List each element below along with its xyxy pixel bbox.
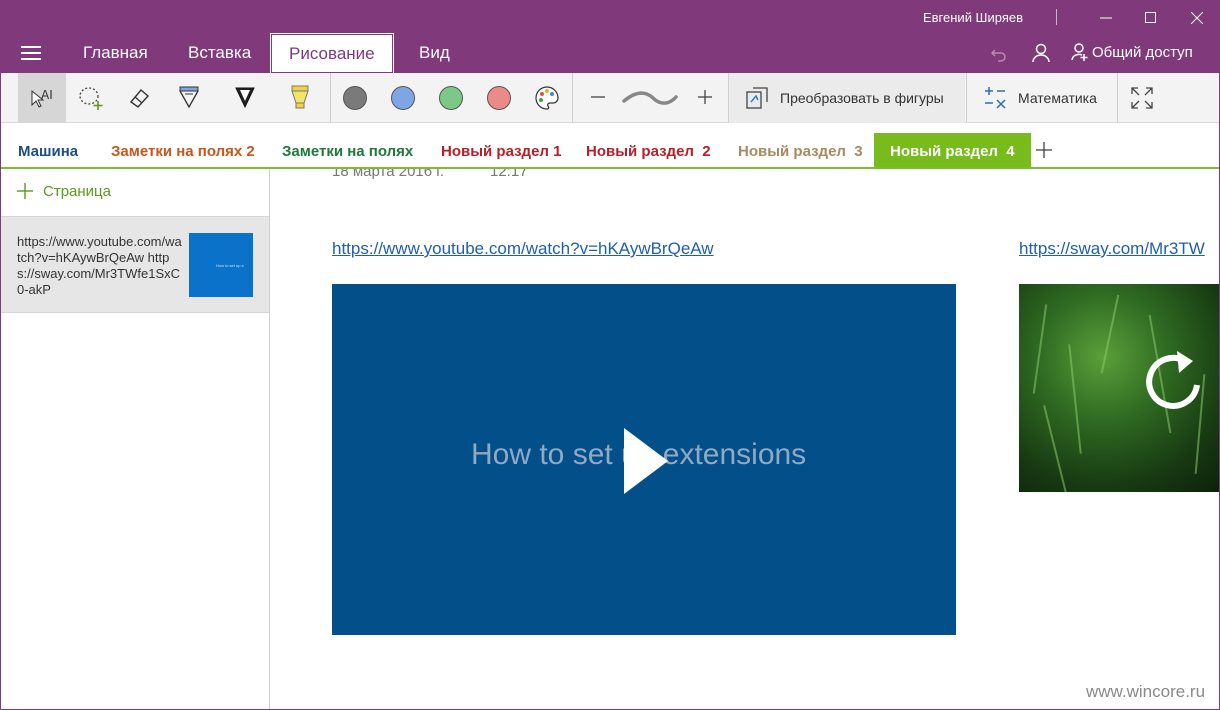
eraser-tool[interactable] bbox=[114, 73, 162, 123]
draw-toolbar: AI Преобразовать в фигуры Математика bbox=[1, 73, 1219, 123]
account-icon[interactable] bbox=[1031, 43, 1051, 63]
tab-home[interactable]: Главная bbox=[83, 43, 148, 63]
user-name[interactable]: Евгений Ширяев bbox=[923, 10, 1023, 25]
maximize-icon bbox=[1145, 12, 1156, 23]
section-tabs: Машина Заметки на полях 2 Заметки на пол… bbox=[1, 123, 1219, 169]
sway-preview-image[interactable] bbox=[1019, 284, 1219, 492]
color-gray-pen[interactable] bbox=[330, 73, 378, 123]
section-tab-mashina[interactable]: Машина bbox=[18, 143, 78, 160]
minimize-icon bbox=[1100, 17, 1112, 19]
add-section-icon[interactable] bbox=[1035, 141, 1053, 159]
tab-view[interactable]: Вид bbox=[419, 43, 450, 63]
page-title: https://www.youtube.com/watch?v=hKAywBrQ… bbox=[17, 234, 182, 297]
felt-pen-icon bbox=[235, 87, 255, 109]
sway-link[interactable]: https://sway.com/Mr3TW bbox=[1019, 239, 1205, 259]
watermark: www.wincore.ru bbox=[1086, 682, 1206, 701]
pen-tool[interactable] bbox=[165, 73, 213, 123]
page-time: 12:17 bbox=[490, 169, 528, 180]
close-icon bbox=[1191, 12, 1203, 24]
maximize-button[interactable] bbox=[1128, 1, 1174, 35]
thumbnail-text: How to set up e bbox=[216, 263, 244, 268]
lasso-select-icon bbox=[79, 87, 103, 110]
stroke-preview-icon bbox=[622, 91, 678, 105]
felt-pen-tool[interactable] bbox=[221, 73, 269, 123]
title-separator bbox=[1056, 9, 1057, 25]
onenote-window: Евгений Ширяев Главная Вставка Рисование… bbox=[0, 0, 1220, 710]
fullscreen-button[interactable] bbox=[1117, 73, 1165, 123]
eraser-icon bbox=[129, 89, 150, 108]
tab-draw[interactable]: Рисование bbox=[270, 33, 394, 74]
share-label: Общий доступ bbox=[1092, 44, 1193, 61]
hamburger-menu-icon[interactable] bbox=[21, 46, 41, 62]
youtube-link[interactable]: https://www.youtube.com/watch?v=hKAywBrQ… bbox=[332, 239, 714, 259]
section-tab-notes[interactable]: Заметки на полях bbox=[282, 143, 413, 160]
page-list-item[interactable]: https://www.youtube.com/watch?v=hKAywBrQ… bbox=[1, 216, 269, 313]
close-button[interactable] bbox=[1174, 1, 1219, 35]
section-tab-new-4[interactable]: Новый раздел 4 bbox=[874, 133, 1031, 169]
math-label: Математика bbox=[1018, 90, 1097, 106]
gray-color-swatch bbox=[343, 86, 367, 110]
color-palette-button[interactable] bbox=[522, 73, 570, 123]
highlighter-icon bbox=[291, 85, 309, 109]
add-page-label: Страница bbox=[43, 183, 111, 200]
minimize-button[interactable] bbox=[1083, 1, 1129, 35]
section-tab-notes-2[interactable]: Заметки на полях 2 bbox=[111, 143, 255, 160]
color-blue-pen[interactable] bbox=[378, 73, 426, 123]
page-thumbnail: How to set up e bbox=[189, 233, 253, 297]
note-canvas[interactable]: 18 марта 2016 г. 12:17 https://www.youtu… bbox=[270, 169, 1219, 709]
convert-to-shapes-button[interactable]: Преобразовать в фигуры bbox=[729, 73, 965, 123]
section-tab-new-2[interactable]: Новый раздел 2 bbox=[586, 143, 711, 160]
ribbon-tabs: Главная Вставка Рисование Вид Общий дост… bbox=[1, 33, 1219, 74]
undo-icon[interactable] bbox=[989, 43, 1009, 63]
text-select-tool[interactable]: AI bbox=[18, 73, 66, 123]
pen-icon bbox=[179, 86, 199, 109]
toolbar-separator bbox=[966, 73, 967, 123]
refresh-icon[interactable] bbox=[1139, 347, 1209, 417]
add-page-icon bbox=[17, 183, 33, 199]
fullscreen-icon bbox=[1131, 87, 1153, 109]
page-date: 18 марта 2016 г. bbox=[332, 169, 445, 180]
plus-icon bbox=[698, 90, 712, 104]
share-person-icon bbox=[1071, 43, 1088, 61]
page-datetime: 18 марта 2016 г. 12:17 bbox=[332, 169, 528, 180]
convert-label: Преобразовать в фигуры bbox=[780, 90, 944, 106]
title-bar: Евгений Ширяев bbox=[1, 1, 1219, 35]
video-embed[interactable]: How to set up extensions bbox=[332, 284, 956, 635]
section-tab-new-3[interactable]: Новый раздел 3 bbox=[738, 143, 863, 160]
math-icon bbox=[985, 87, 1006, 109]
svg-text:AI: AI bbox=[41, 88, 53, 102]
play-icon[interactable] bbox=[624, 428, 670, 494]
add-page-button[interactable]: Страница bbox=[17, 183, 111, 200]
minus-icon bbox=[591, 96, 605, 98]
tab-insert[interactable]: Вставка bbox=[188, 43, 251, 63]
color-red-pen[interactable] bbox=[474, 73, 522, 123]
pages-pane: Страница https://www.youtube.com/watch?v… bbox=[1, 169, 270, 709]
highlighter-tool[interactable] bbox=[276, 73, 324, 123]
text-select-icon: AI bbox=[31, 88, 53, 108]
color-green-pen[interactable] bbox=[426, 73, 474, 123]
convert-shapes-icon bbox=[746, 87, 768, 109]
share-button[interactable]: Общий доступ bbox=[1071, 43, 1193, 61]
red-color-swatch bbox=[487, 86, 511, 110]
math-button[interactable]: Математика bbox=[971, 73, 1117, 123]
lasso-select-tool[interactable] bbox=[66, 73, 114, 123]
palette-icon bbox=[535, 86, 559, 110]
blue-color-swatch bbox=[391, 86, 415, 110]
stroke-thickness-preview bbox=[621, 89, 679, 114]
decrease-thickness-button[interactable] bbox=[573, 73, 621, 123]
green-color-swatch bbox=[439, 86, 463, 110]
increase-thickness-button[interactable] bbox=[680, 73, 728, 123]
section-tab-new-1[interactable]: Новый раздел 1 bbox=[441, 143, 561, 160]
